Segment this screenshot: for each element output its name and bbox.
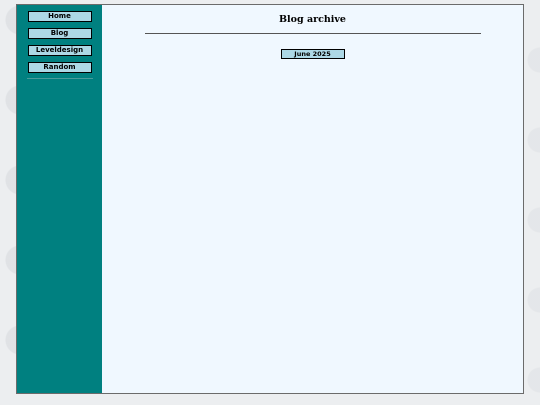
nav-home-button[interactable]: Home: [27, 11, 92, 22]
nav-random-button[interactable]: Random: [27, 62, 92, 73]
page-title: Blog archive: [279, 14, 346, 25]
page-frame: Home Blog Leveldesign Random Blog archiv…: [16, 4, 524, 394]
nav-blog-button[interactable]: Blog: [27, 28, 92, 39]
sidebar-divider: [26, 78, 93, 79]
title-divider: [144, 33, 481, 34]
archive-list: June 2025: [102, 41, 523, 60]
main-content: Blog archive June 2025: [102, 5, 523, 393]
archive-link-june-2025[interactable]: June 2025: [280, 49, 345, 59]
sidebar-nav: Home Blog Leveldesign Random: [17, 5, 102, 393]
nav-leveldesign-button[interactable]: Leveldesign: [27, 45, 92, 56]
